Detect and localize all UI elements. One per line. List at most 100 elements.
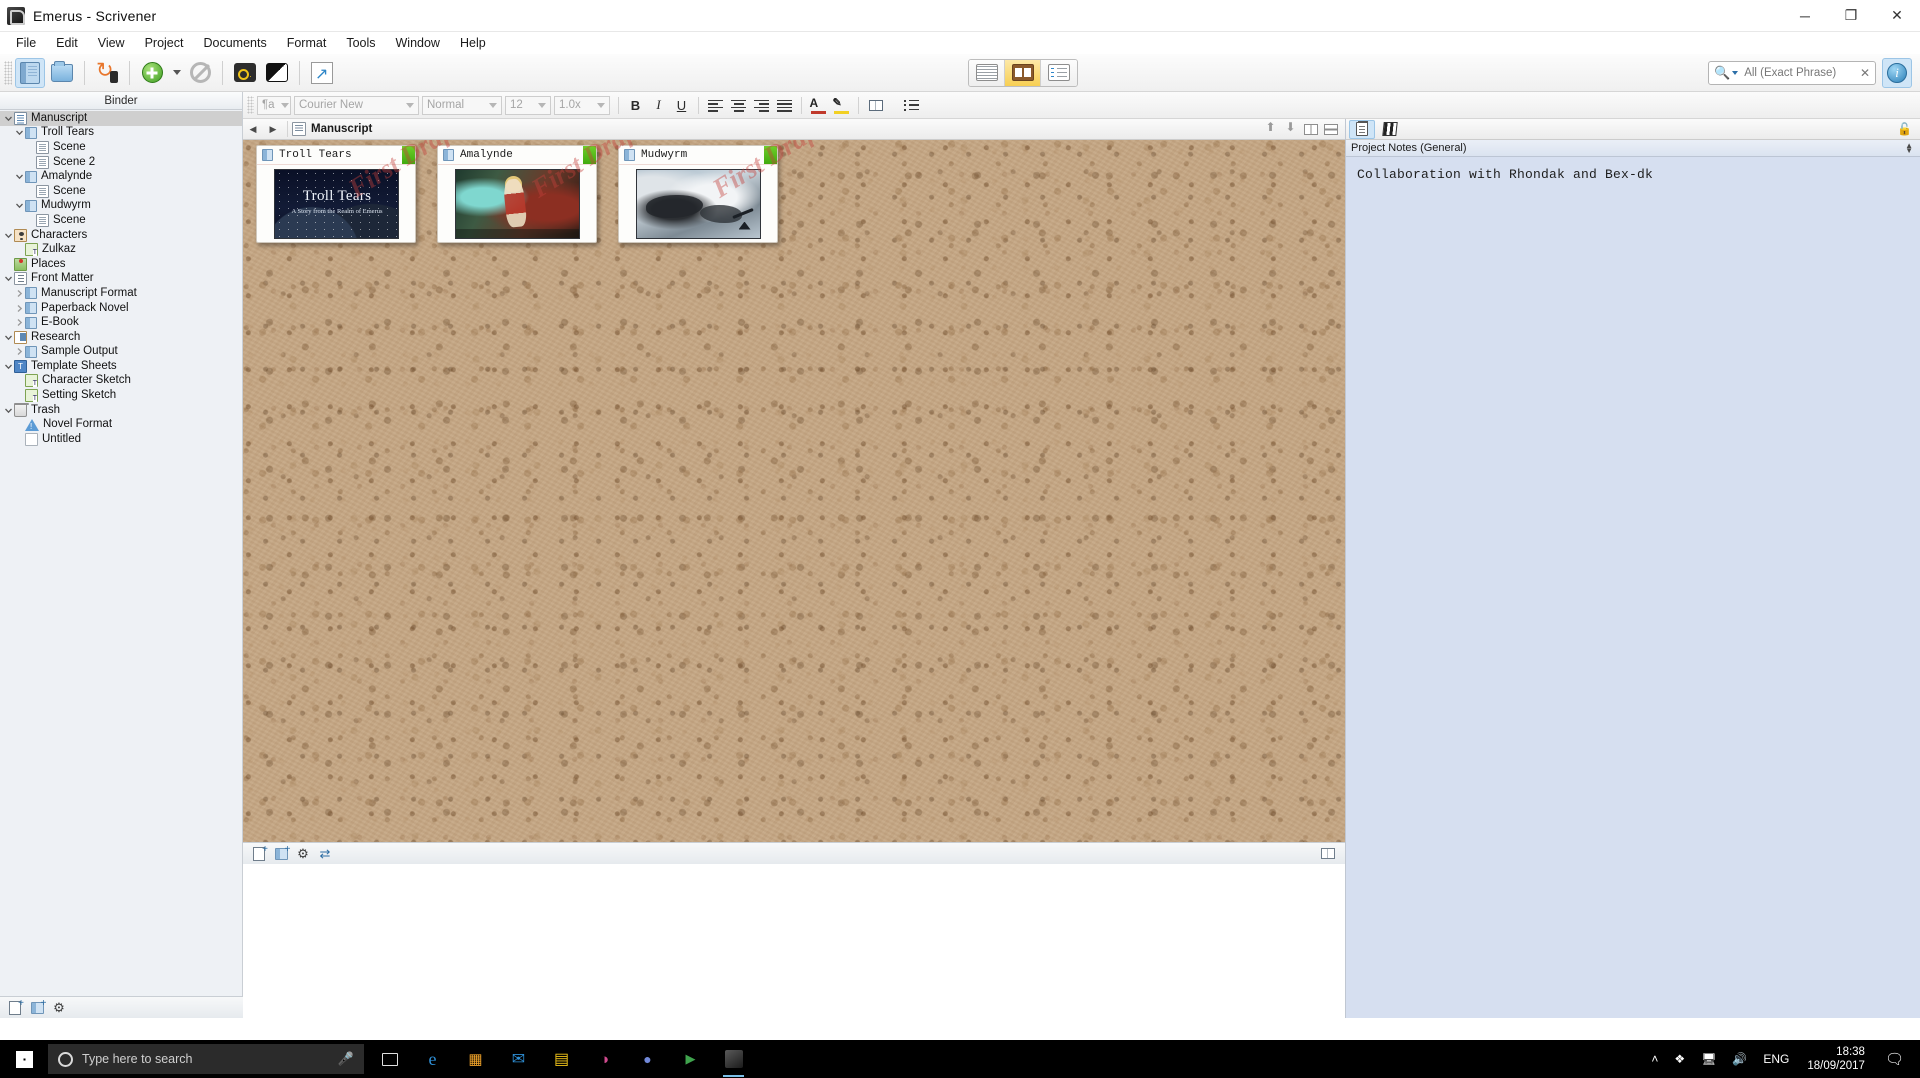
bold-button[interactable]: B (625, 95, 646, 116)
binder-toggle-button[interactable] (15, 57, 45, 88)
network-icon[interactable]: 🖥 (1693, 1052, 1724, 1066)
minimize-button[interactable]: ─ (1782, 0, 1828, 32)
menu-file[interactable]: File (6, 33, 46, 53)
card-status-flag[interactable] (583, 146, 596, 164)
chevron-right-icon[interactable] (13, 289, 25, 298)
menu-edit[interactable]: Edit (46, 33, 88, 53)
go-down-button[interactable] (1281, 119, 1301, 139)
format-bar-grip[interactable] (247, 96, 254, 114)
add-new-dropdown[interactable] (169, 58, 183, 88)
search-clear-icon[interactable]: ✕ (1860, 66, 1870, 80)
card-status-flag[interactable] (402, 146, 415, 164)
search-options-chevron-icon[interactable] (1732, 70, 1739, 75)
nav-forward-button[interactable]: ▶ (263, 119, 283, 139)
highlight-button[interactable]: ✎ (831, 95, 852, 116)
collections-button[interactable] (47, 58, 77, 88)
align-center-button[interactable] (728, 95, 749, 116)
inspector-toggle-button[interactable]: i (1882, 57, 1912, 88)
taskbar-search-input[interactable]: Type here to search (82, 1052, 338, 1066)
font-size-selector[interactable]: 12 (505, 95, 551, 115)
text-color-button[interactable]: A (808, 95, 829, 116)
tab-references[interactable] (1377, 120, 1403, 139)
chevron-down-icon[interactable] (13, 201, 25, 210)
taskbar-app-media[interactable]: ▶ (669, 1040, 712, 1078)
menu-view[interactable]: View (88, 33, 135, 53)
menu-help[interactable]: Help (450, 33, 496, 53)
project-notes-text[interactable]: Collaboration with Rhondak and Bex-dk (1346, 157, 1920, 193)
chevron-down-icon[interactable] (13, 172, 25, 181)
swap-view-button[interactable]: ⇄ (314, 844, 336, 864)
new-card-button[interactable] (248, 844, 270, 864)
corkboard-card[interactable]: Mudwyrm (618, 145, 778, 243)
document-view-button[interactable] (969, 59, 1005, 86)
chevron-right-icon[interactable] (13, 304, 25, 313)
card-status-flag[interactable] (764, 146, 777, 164)
binder-settings-button[interactable]: ⚙ (48, 998, 70, 1018)
binder-item-scene[interactable]: Scene (0, 213, 242, 228)
chevron-down-icon[interactable] (2, 114, 14, 123)
language-indicator[interactable]: ENG (1755, 1052, 1797, 1066)
binder-item-places[interactable]: Places (0, 257, 242, 272)
chevron-down-icon[interactable] (2, 274, 14, 283)
chevron-down-icon[interactable] (2, 362, 14, 371)
inspector-stepper-icon[interactable]: ▲ ▼ (1905, 142, 1920, 155)
microphone-icon[interactable]: 🎤 (338, 1051, 354, 1067)
binder-item-characters[interactable]: Characters (0, 228, 242, 243)
start-button[interactable] (0, 1040, 48, 1078)
grid-size-button[interactable] (1317, 844, 1339, 864)
taskbar-app-mail[interactable]: ✉ (497, 1040, 540, 1078)
vertical-split-button[interactable] (1301, 119, 1321, 139)
menu-project[interactable]: Project (135, 33, 194, 53)
go-up-button[interactable] (1261, 119, 1281, 139)
binder-item-novel-format[interactable]: Novel Format (0, 417, 242, 432)
split-screen-button[interactable] (262, 58, 292, 88)
binder-item-scene[interactable]: Scene (0, 140, 242, 155)
italic-button[interactable]: I (648, 95, 669, 116)
binder-item-sample-output[interactable]: Sample Output (0, 345, 242, 360)
menu-tools[interactable]: Tools (336, 33, 385, 53)
binder-item-trash[interactable]: Trash (0, 402, 242, 418)
table-button[interactable] (865, 95, 886, 116)
taskbar-app-explorer[interactable]: ▤ (540, 1040, 583, 1078)
toolbar-grip[interactable] (4, 60, 12, 85)
chevron-down-icon[interactable] (2, 231, 14, 240)
corkboard-settings-button[interactable]: ⚙ (292, 844, 314, 864)
horizontal-split-button[interactable] (1321, 119, 1341, 139)
binder-item-scene-2[interactable]: Scene 2 (0, 155, 242, 170)
lock-inspector-icon[interactable]: 🔓 (1897, 122, 1920, 136)
corkboard-card[interactable]: Troll Tears Troll Tears A Story from the… (256, 145, 416, 243)
binder-item-scene[interactable]: Scene (0, 184, 242, 199)
no-editing-button[interactable] (185, 58, 215, 88)
corkboard-view-button[interactable] (1005, 59, 1041, 86)
binder-item-manuscript[interactable]: Manuscript (0, 111, 242, 126)
taskbar-app-discord[interactable]: ● (626, 1040, 669, 1078)
menu-window[interactable]: Window (386, 33, 450, 53)
taskbar-app-paint[interactable]: ◑ (583, 1040, 626, 1078)
binder-item-setting-sketch[interactable]: Setting Sketch (0, 388, 242, 403)
table-dropdown[interactable] (888, 95, 899, 116)
chevron-right-icon[interactable] (13, 318, 25, 327)
underline-button[interactable]: U (671, 95, 692, 116)
new-folder-card-button[interactable] (270, 844, 292, 864)
corkboard-card[interactable]: Amalynde (437, 145, 597, 243)
chevron-down-icon[interactable] (13, 128, 25, 137)
nav-back-button[interactable]: ◀ (243, 119, 263, 139)
binder-item-research[interactable]: Research (0, 330, 242, 345)
taskbar-app-scrivener[interactable] (712, 1040, 755, 1078)
binder-item-template-sheets[interactable]: T Template Sheets (0, 359, 242, 374)
binder-item-amalynde[interactable]: Amalynde (0, 169, 242, 184)
keywords-button[interactable] (230, 58, 260, 88)
align-right-button[interactable] (751, 95, 772, 116)
new-folder-button[interactable] (26, 998, 48, 1018)
binder-item-front-matter[interactable]: Front Matter (0, 272, 242, 287)
taskbar-app-edge[interactable]: e (411, 1040, 454, 1078)
maximize-button[interactable]: ❐ (1828, 0, 1874, 32)
close-button[interactable]: ✕ (1874, 0, 1920, 32)
taskbar-app-store[interactable]: ▦ (454, 1040, 497, 1078)
tab-notes[interactable] (1349, 119, 1375, 139)
sync-mobile-button[interactable] (92, 58, 122, 88)
list-dropdown[interactable] (924, 95, 935, 116)
compile-button[interactable] (307, 58, 337, 88)
style-selector[interactable]: ¶a (257, 95, 291, 115)
line-spacing-selector[interactable]: 1.0x (554, 95, 610, 115)
